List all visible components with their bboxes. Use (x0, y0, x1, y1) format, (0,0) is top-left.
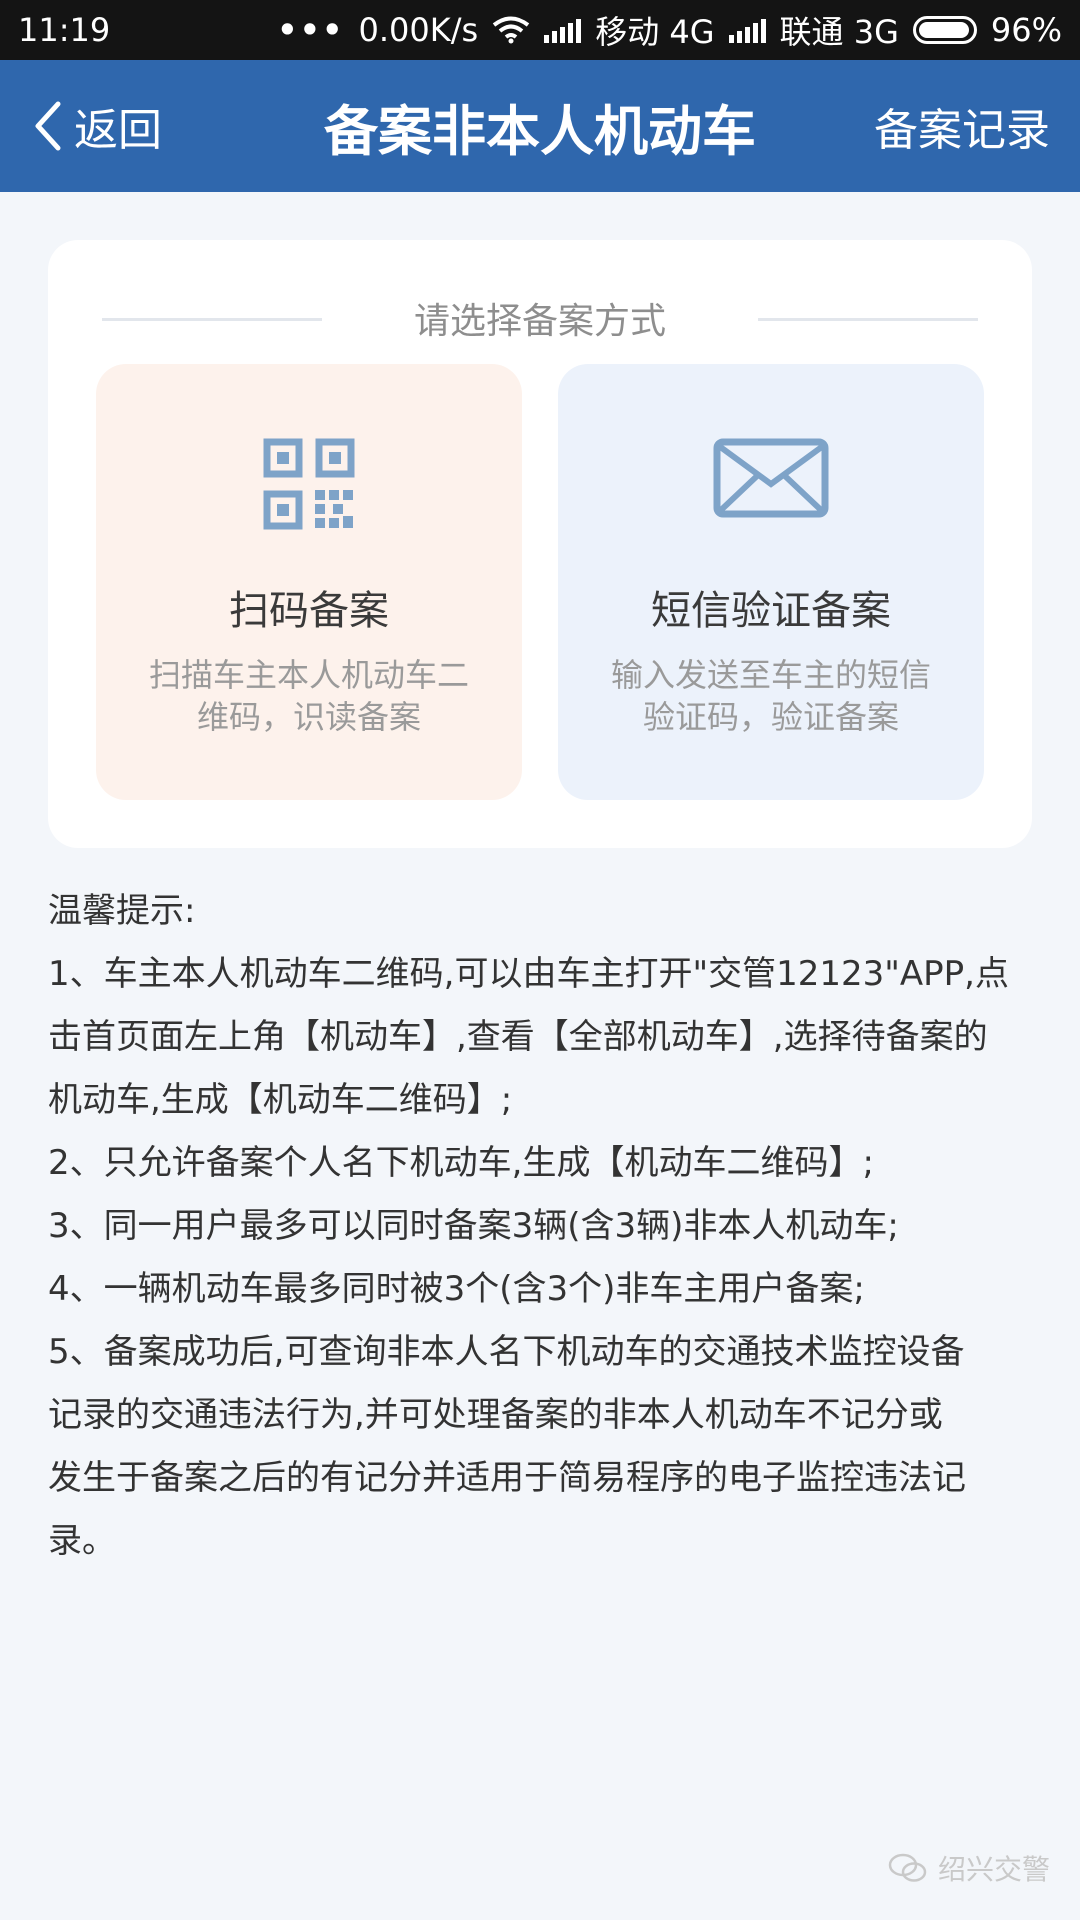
watermark-text: 绍兴交警 (937, 1853, 1050, 1886)
back-label: 返回 (74, 105, 162, 156)
signal-icon-1 (544, 17, 582, 43)
scan-option-desc-line: 维码，识读备案 (196, 698, 421, 736)
scan-option[interactable]: 扫码备案 扫描车主本人机动车二 维码，识读备案 (96, 364, 522, 800)
network-speed: 0.00K/s (358, 11, 479, 49)
tips-line: 击首页面左上角【机动车】,查看【全部机动车】,选择待备案的 (48, 1017, 988, 1057)
qr-code-icon (263, 438, 355, 530)
sms-option[interactable]: 短信验证备案 输入发送至车主的短信 验证码，验证备案 (558, 364, 984, 800)
status-time: 11:19 (18, 11, 111, 49)
wifi-icon (492, 16, 530, 44)
records-button[interactable]: 备案记录 (874, 60, 1050, 192)
divider-right (758, 318, 978, 321)
tips-line: 发生于备案之后的有记分并适用于简易程序的电子监控违法记 (48, 1458, 966, 1498)
status-bar: 11:19 ••• 0.00K/s 移动 4G 联通 3G 96% (0, 0, 1080, 60)
more-dots-icon: ••• (277, 11, 345, 49)
sms-option-desc: 输入发送至车主的短信 验证码，验证备案 (588, 654, 954, 738)
envelope-icon (713, 438, 829, 518)
sms-option-desc-line: 输入发送至车主的短信 (610, 656, 931, 694)
battery-percent: 96% (990, 11, 1062, 49)
sms-option-title: 短信验证备案 (651, 588, 891, 634)
tips-section: 温馨提示: 1、车主本人机动车二维码,可以由车主打开"交管12123"APP,点… (48, 880, 1032, 1573)
tips-line: 记录的交通违法行为,并可处理备案的非本人机动车不记分或 (48, 1395, 943, 1435)
tips-line: 录。 (48, 1521, 116, 1561)
nav-bar: 返回 备案非本人机动车 备案记录 (0, 60, 1080, 192)
watermark: 绍兴交警 (888, 1848, 1050, 1888)
chevron-left-icon (35, 101, 61, 151)
scan-option-title: 扫码备案 (229, 588, 389, 634)
battery-icon (912, 16, 977, 44)
tips-line: 机动车,生成【机动车二维码】; (48, 1080, 513, 1120)
card-header-text: 请选择备案方式 (413, 301, 666, 342)
method-card: 请选择备案方式 扫码备案 扫描车主本人机动车二 维码，识读备案 短信验证备案 输… (48, 240, 1032, 848)
tips-heading: 温馨提示: (48, 891, 196, 931)
scan-option-desc: 扫描车主本人机动车二 维码，识读备案 (126, 654, 492, 738)
status-right: ••• 0.00K/s 移动 4G 联通 3G 96% (277, 7, 1062, 53)
back-button[interactable]: 返回 (32, 60, 162, 192)
signal-icon-2 (728, 17, 766, 43)
tips-line: 5、备案成功后,可查询非本人名下机动车的交通技术监控设备 (48, 1332, 965, 1372)
wechat-icon (888, 1853, 927, 1882)
carrier-1: 移动 4G (595, 13, 715, 51)
carrier-2: 联通 3G (779, 13, 899, 51)
scan-option-desc-line: 扫描车主本人机动车二 (148, 656, 469, 694)
envelope-icon-wrap (558, 438, 984, 518)
tips-line: 2、只允许备案个人名下机动车,生成【机动车二维码】; (48, 1143, 874, 1183)
qr-code-icon-wrap (96, 438, 522, 530)
tips-line: 3、同一用户最多可以同时备案3辆(含3辆)非本人机动车; (48, 1206, 899, 1246)
tips-line: 4、一辆机动车最多同时被3个(含3个)非车主用户备案; (48, 1269, 865, 1309)
card-header: 请选择备案方式 (48, 288, 1032, 348)
divider-left (102, 318, 322, 321)
tips-line: 1、车主本人机动车二维码,可以由车主打开"交管12123"APP,点 (48, 954, 1009, 994)
sms-option-desc-line: 验证码，验证备案 (642, 698, 899, 736)
